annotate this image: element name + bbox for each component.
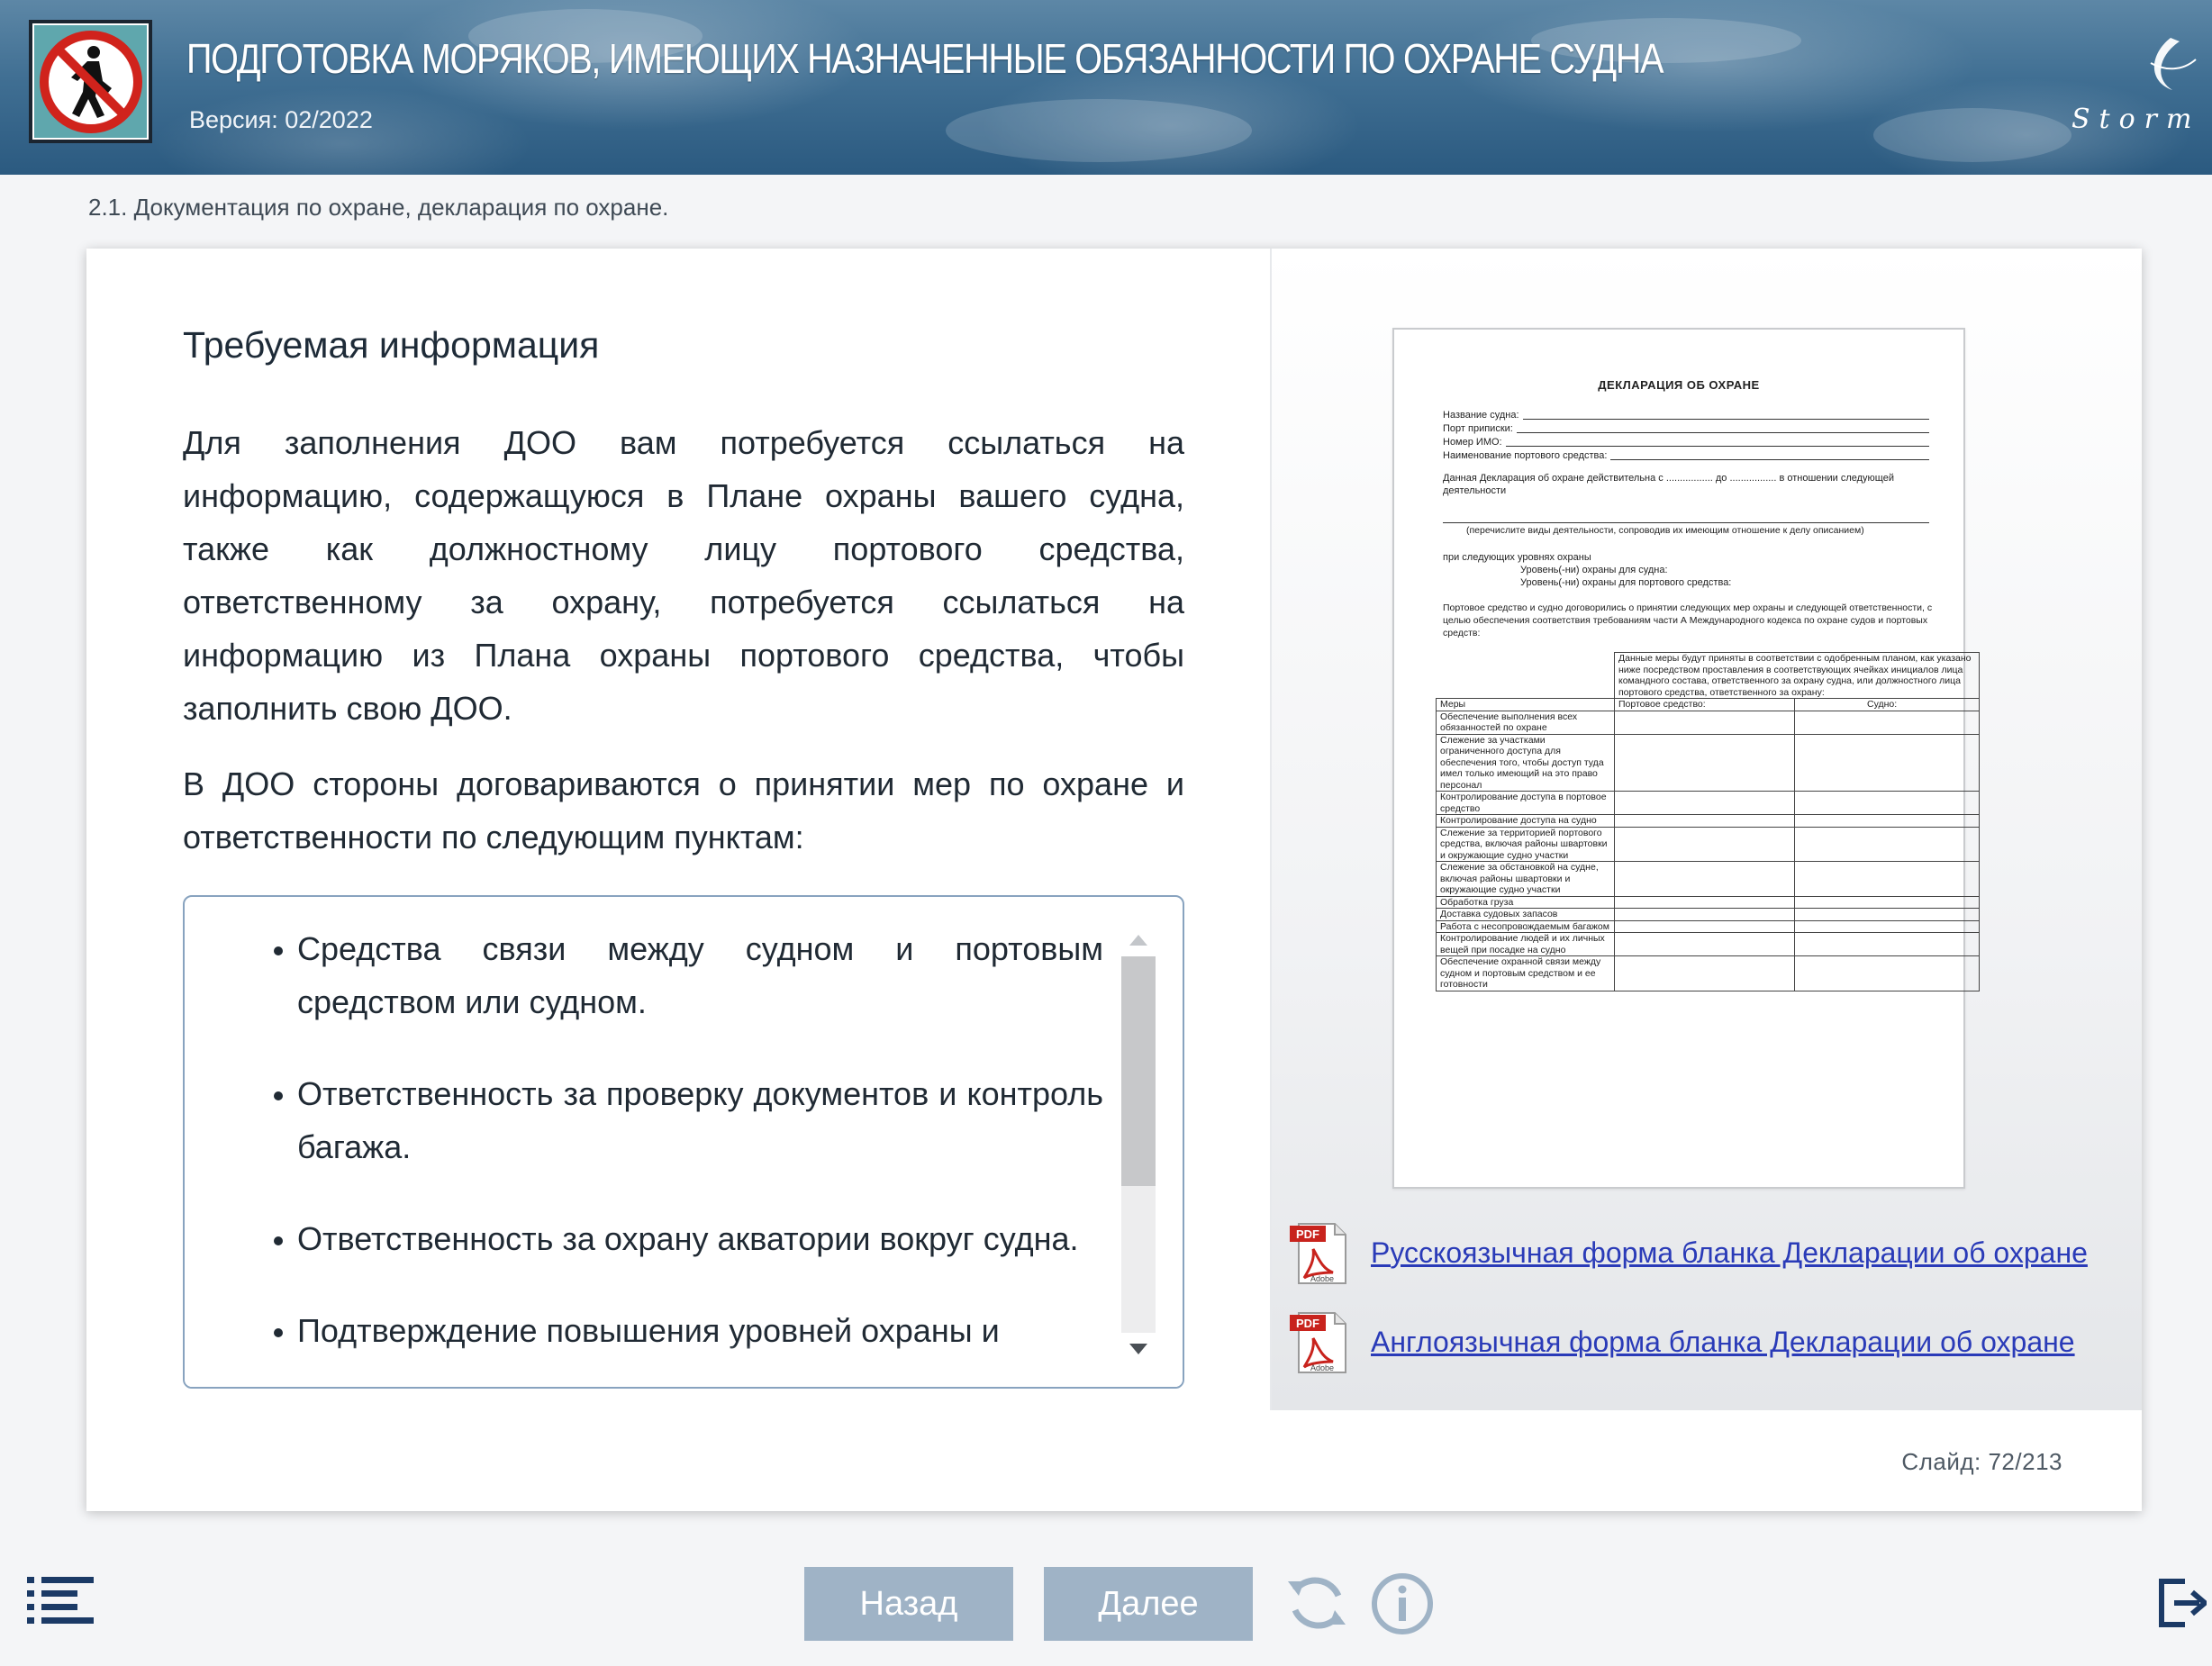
header-wave (946, 99, 1252, 162)
doc-field-label: Номер ИМО: (1443, 437, 1502, 448)
reload-icon[interactable] (1283, 1569, 1351, 1637)
doc-table-note: Данные меры будут приняты в соответствии… (1614, 652, 1980, 699)
doc-table-row: Работа с несопровождаемым багажом (1436, 919, 1615, 933)
list-scrollbar[interactable] (1121, 924, 1156, 1365)
doc-col-measures: Меры (1436, 698, 1615, 711)
doc-table-row: Слежение за территорией портового средст… (1436, 826, 1615, 862)
slide-text-column: Требуемая информация Для заполнения ДОО … (86, 249, 1270, 1410)
doc-field-label: Наименование портового средства: (1443, 450, 1608, 461)
scrollable-list-box[interactable]: Средства связи между судном и портовым с… (183, 895, 1184, 1389)
scrollbar-track[interactable] (1121, 956, 1156, 1333)
list-fade (185, 1345, 1183, 1387)
doc-table-row: Контролирование доступа на судно (1436, 814, 1615, 828)
storm-logo: Storm (2071, 38, 2199, 135)
pdf-link-english-text[interactable]: Англоязычная форма бланка Декларации об … (1371, 1326, 2075, 1359)
section-title: Требуемая информация (183, 324, 600, 366)
scroll-up-arrow-icon[interactable] (1121, 924, 1156, 956)
doc-fields: Название судна: Порт приписки: Номер ИМО… (1443, 409, 1929, 463)
doc-table-row: Обработка груза (1436, 895, 1615, 909)
version-label: Версия: 02/2022 (189, 106, 373, 133)
list-item: Ответственность за проверку документов и… (185, 1067, 1103, 1173)
pdf-link-russian[interactable]: PDF Adobe Русскоязычная форма бланка Дек… (1286, 1218, 2088, 1287)
slide-card: Требуемая информация Для заполнения ДОО … (86, 249, 2142, 1511)
breadcrumb: 2.1. Документация по охране, декларация … (88, 194, 669, 221)
pdf-link-english[interactable]: PDF Adobe Англоязычная форма бланка Декл… (1286, 1308, 2075, 1376)
pdf-file-icon: PDF Adobe (1290, 1223, 1346, 1284)
doc-col-port: Портовое средство: (1614, 698, 1795, 711)
doc-level-port: Уровень(-ни) охраны для портового средст… (1520, 577, 1732, 588)
app-header: ПОДГОТОВКА МОРЯКОВ, ИМЕЮЩИХ НАЗНАЧЕННЫЕ … (0, 0, 2212, 175)
doc-agreement-text: Портовое средство и судно договорились о… (1443, 602, 1933, 638)
list-item: Средства связи между судном и портовым с… (185, 922, 1103, 1028)
scroll-down-arrow-icon[interactable] (1121, 1333, 1156, 1365)
doc-table-row: Доставка судовых запасов (1436, 908, 1615, 921)
doc-col-ship: Судно: (1794, 698, 1980, 711)
list-item: Ответственность за охрану акватории вокр… (185, 1212, 1103, 1265)
doc-table-row: Обеспечение охранной связи между судном … (1436, 955, 1615, 991)
scrollbar-thumb[interactable] (1121, 956, 1156, 1186)
doc-field-label: Название судна: (1443, 410, 1519, 421)
doc-table-row: Контролирование доступа в портовое средс… (1436, 791, 1615, 815)
menu-list-icon[interactable] (27, 1577, 95, 1624)
svg-text:PDF: PDF (1296, 1227, 1319, 1241)
doc-validity-text: Данная Декларация об охране действительн… (1443, 473, 1894, 496)
paragraph-2: В ДОО стороны договариваются о принятии … (183, 765, 1184, 856)
doc-title: ДЕКЛАРАЦИЯ ОБ ОХРАНЕ (1598, 378, 1760, 392)
doc-measures-table: Данные меры будут приняты в соответствии… (1436, 652, 1980, 991)
pdf-link-russian-text[interactable]: Русскоязычная форма бланка Декларации об… (1371, 1236, 2088, 1270)
doc-activity-line (1443, 522, 1929, 523)
no-pedestrian-logo (29, 20, 152, 143)
svg-text:Adobe: Adobe (1310, 1363, 1334, 1372)
svg-text:PDF: PDF (1296, 1317, 1319, 1330)
doc-field-label: Порт приписки: (1443, 423, 1513, 434)
doc-level-ship: Уровень(-ни) охраны для судна: (1520, 565, 1668, 575)
next-button[interactable]: Далее (1044, 1567, 1253, 1641)
doc-table-row: Слежение за обстановкой на судне, включа… (1436, 861, 1615, 897)
svg-text:Adobe: Adobe (1310, 1274, 1334, 1283)
slide-counter: Слайд: 72/213 (1901, 1448, 2062, 1475)
doc-table-row: Слежение за участками ограниченного дост… (1436, 733, 1615, 792)
exit-icon[interactable] (2158, 1578, 2207, 1628)
declaration-document-preview: ДЕКЛАРАЦИЯ ОБ ОХРАНЕ Название судна: Пор… (1392, 328, 1980, 1189)
doc-table-row: Обеспечение выполнения всех обязанностей… (1436, 710, 1615, 735)
app-title: ПОДГОТОВКА МОРЯКОВ, ИМЕЮЩИХ НАЗНАЧЕННЫЕ … (186, 35, 1664, 82)
info-icon[interactable] (1371, 1572, 1434, 1635)
storm-logo-text: Storm (2071, 104, 2199, 135)
pdf-file-icon: PDF Adobe (1290, 1312, 1346, 1373)
paragraph-1: Для заполнения ДОО вам потребуется ссыла… (183, 424, 1184, 727)
doc-table-row: Контролирование людей и их личных вещей … (1436, 932, 1615, 956)
slide-media-column: ДЕКЛАРАЦИЯ ОБ ОХРАНЕ Название судна: Пор… (1270, 249, 2142, 1410)
no-entry-person-icon (39, 30, 142, 133)
doc-levels-intro: при следующих уровнях охраны (1443, 552, 1591, 563)
header-wave (1873, 108, 2071, 162)
back-button[interactable]: Назад (804, 1567, 1013, 1641)
measures-list: Средства связи между судном и портовым с… (185, 922, 1103, 1387)
doc-activities-hint: (перечислите виды деятельности, сопровод… (1466, 525, 1864, 536)
